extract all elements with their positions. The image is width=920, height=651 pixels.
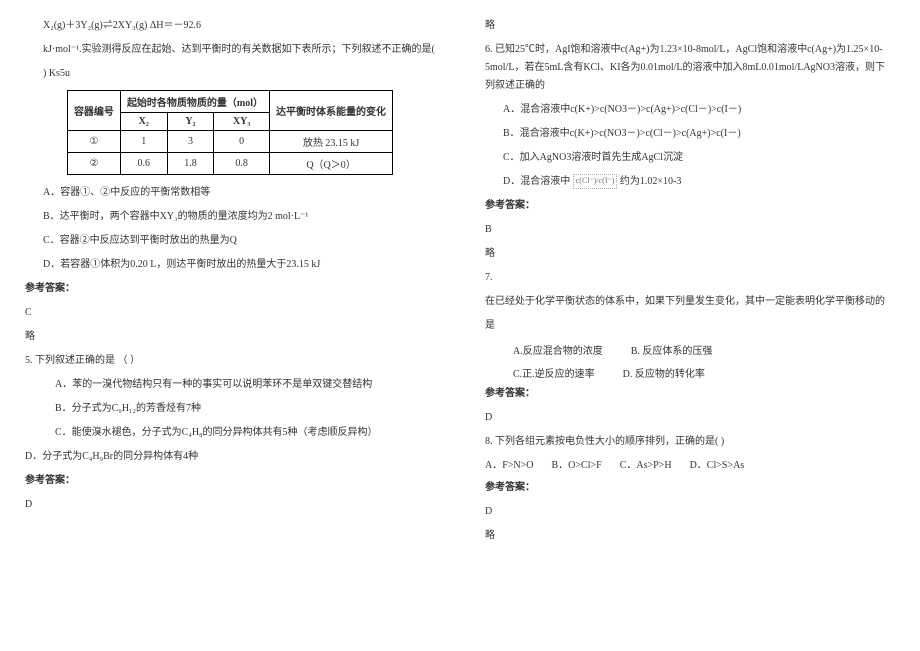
q7-answer: D bbox=[485, 410, 895, 426]
q4-equation: X₂(g)＋3Y₂(g)⇌2XY₃(g) ΔH＝－92.6 bbox=[43, 18, 435, 34]
q7-row1: A.反应混合物的浓度 B. 反应体系的压强 bbox=[513, 342, 895, 357]
q8-answer: D bbox=[485, 504, 895, 520]
q6-stem-l1: 6. 已知25℃时，AgI饱和溶液中c(Ag+)为1.23×10-8mol/L，… bbox=[485, 42, 895, 58]
q8-opt-c: C．As>P>H bbox=[620, 458, 672, 474]
lue-text: 略 bbox=[485, 246, 895, 262]
th-initial: 起始时各物质物质的量（mol） bbox=[120, 91, 269, 113]
q8-options: A．F>N>O B．O>Cl>F C．As>P>H D．Cl>S>As bbox=[485, 458, 895, 474]
q6-d-post: 约为1.02×10-3 bbox=[620, 176, 681, 187]
th-energy: 达平衡时体系能量的变化 bbox=[270, 91, 393, 131]
th-container: 容器编号 bbox=[67, 91, 120, 131]
q4-opt-c: C．容器②中反应达到平衡时放出的热量为Q bbox=[43, 233, 435, 249]
q7-stem-l1: 在已经处于化学平衡状态的体系中，如果下列量发生变化，其中一定能表明化学平衡移动的 bbox=[485, 294, 895, 310]
lue-text: 略 bbox=[25, 329, 435, 345]
table-row: ② 0.6 1.8 0.8 Q（Q＞0） bbox=[67, 153, 392, 175]
q8-opt-b: B．O>Cl>F bbox=[552, 458, 602, 474]
table-row: ① 1 3 0 放热 23.15 kJ bbox=[67, 131, 392, 153]
q6-opt-d: D．混合溶液中 c(Cl⁻)/c(I⁻) 约为1.02×10-3 bbox=[503, 174, 895, 190]
lue-text: 略 bbox=[485, 528, 895, 544]
th-x2: X₂ bbox=[120, 113, 167, 131]
left-column: X₂(g)＋3Y₂(g)⇌2XY₃(g) ΔH＝－92.6 kJ·mol⁻¹.实… bbox=[0, 0, 460, 651]
q4-table: 容器编号 起始时各物质物质的量（mol） 达平衡时体系能量的变化 X₂ Y₂ X… bbox=[67, 90, 393, 175]
q6-opt-c: C．加入AgNO3溶液时首先生成AgCl沉淀 bbox=[503, 150, 895, 166]
q5-opt-b: B．分子式为C₉H₁₂的芳香烃有7种 bbox=[55, 401, 435, 417]
q5-opt-d: D．分子式为C₄H₉Br的同分异构体有4种 bbox=[25, 449, 435, 465]
q6-opt-b: B．混合溶液中c(K+)>c(NO3－)>c(Cl－)>c(Ag+)>c(I－) bbox=[503, 126, 895, 142]
q4-opt-d: D．若容器①体积为0.20 L，则达平衡时放出的热量大于23.15 kJ bbox=[43, 257, 435, 273]
q8-stem: 8. 下列各组元素按电负性大小的顺序排列，正确的是( ) bbox=[485, 434, 895, 450]
answer-label: 参考答案： bbox=[25, 281, 435, 297]
q7-number: 7. bbox=[485, 270, 895, 286]
q7-stem-l2: 是 bbox=[485, 318, 895, 334]
q8-opt-a: A．F>N>O bbox=[485, 458, 534, 474]
q7-opt-c: C.正.逆反应的速率 bbox=[513, 365, 595, 380]
q4-opt-b: B．达平衡时，两个容器中XY₃的物质的量浓度均为2 mol·L⁻¹ bbox=[43, 209, 435, 225]
q6-stem-l3: 列叙述正确的 bbox=[485, 78, 895, 94]
q8-opt-d: D．Cl>S>As bbox=[690, 458, 745, 474]
q5-opt-c: C．能使溴水褪色，分子式为C₄H₈的同分异构体共有5种（考虑顺反异构） bbox=[55, 425, 435, 441]
answer-label: 参考答案： bbox=[485, 480, 895, 496]
q7-opt-b: B. 反应体系的压强 bbox=[631, 342, 713, 357]
answer-label: 参考答案： bbox=[485, 198, 895, 214]
fraction-icon: c(Cl⁻)/c(I⁻) bbox=[573, 174, 618, 189]
q6-stem-l2: 5mol/L，若在5mL含有KCl、KI各为0.01mol/L的溶液中加入8mL… bbox=[485, 60, 895, 76]
q4-opt-a: A．容器①、②中反应的平衡常数相等 bbox=[43, 185, 435, 201]
q6-opt-a: A．混合溶液中c(K+)>c(NO3－)>c(Ag+)>c(Cl－)>c(I－) bbox=[503, 102, 895, 118]
lue-text: 略 bbox=[485, 18, 895, 34]
q5-answer: D bbox=[25, 497, 435, 513]
q7-opt-a: A.反应混合物的浓度 bbox=[513, 342, 603, 357]
q5-opt-a: A．苯的一溴代物结构只有一种的事实可以说明苯环不是单双键交替结构 bbox=[55, 377, 435, 393]
answer-label: 参考答案： bbox=[25, 473, 435, 489]
answer-label: 参考答案： bbox=[485, 386, 895, 402]
q7-opt-d: D. 反应物的转化率 bbox=[623, 365, 705, 380]
q5-stem: 5. 下列叙述正确的是 （ ） bbox=[25, 353, 435, 369]
th-y2: Y₂ bbox=[167, 113, 214, 131]
q7-row2: C.正.逆反应的速率 D. 反应物的转化率 bbox=[513, 365, 895, 380]
right-column: 略 6. 已知25℃时，AgI饱和溶液中c(Ag+)为1.23×10-8mol/… bbox=[460, 0, 920, 651]
th-xy3: XY₃ bbox=[214, 113, 270, 131]
q4-stem-line1: kJ·mol⁻¹.实验测得反应在起始、达到平衡时的有关数据如下表所示；下列叙述不… bbox=[43, 42, 435, 58]
q6-d-pre: D．混合溶液中 bbox=[503, 176, 570, 187]
q6-answer: B bbox=[485, 222, 895, 238]
q4-stem-line2: ) Ks5u bbox=[43, 66, 435, 82]
q4-answer: C bbox=[25, 305, 435, 321]
